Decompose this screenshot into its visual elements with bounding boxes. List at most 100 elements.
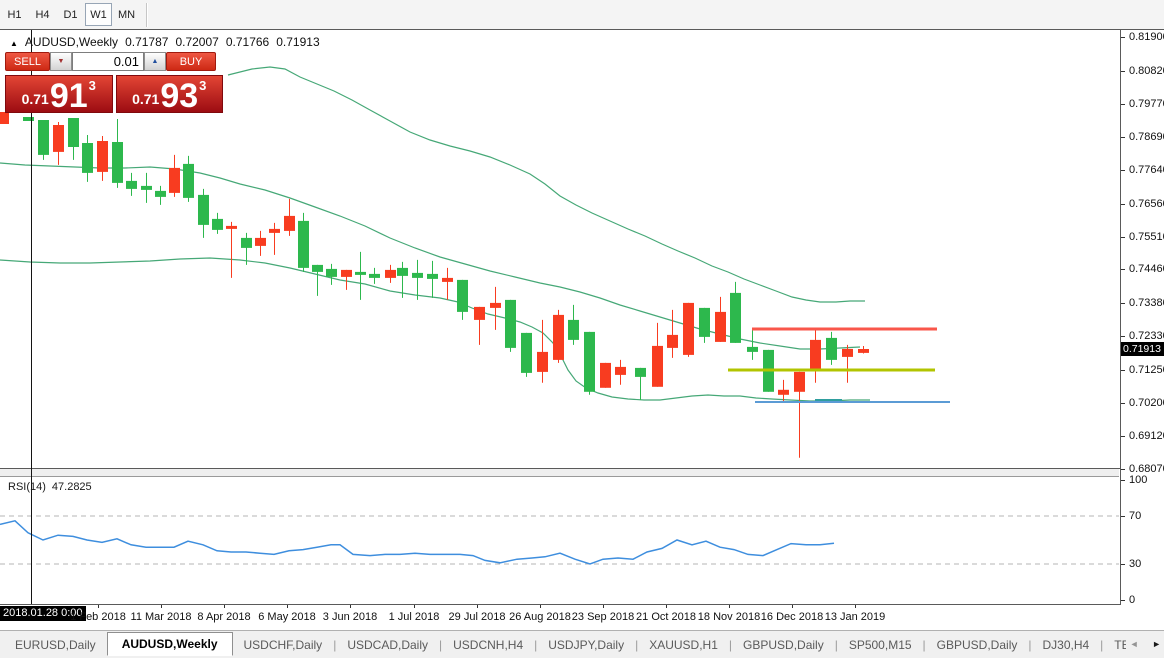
rsi-axis-label: 70 bbox=[1129, 510, 1141, 522]
tab-dj30-h4[interactable]: DJ30,H4 bbox=[1031, 634, 1100, 656]
timeframe-button-d1[interactable]: D1 bbox=[57, 3, 84, 26]
pane-splitter[interactable] bbox=[0, 469, 1119, 477]
rsi-label: RSI(14) 47.2825 bbox=[8, 481, 92, 493]
timeframe-button-w1[interactable]: W1 bbox=[85, 3, 112, 26]
crosshair-vertical-line bbox=[31, 30, 32, 604]
timeframe-button-h1[interactable]: H1 bbox=[1, 3, 28, 26]
candle-body bbox=[683, 303, 694, 355]
time-axis-tick bbox=[729, 605, 730, 608]
chart-tab-bar: EURUSD,DailyAUDUSD,WeeklyUSDCHF,Daily|US… bbox=[0, 630, 1164, 658]
candle-body bbox=[652, 346, 663, 387]
price-axis-tick bbox=[1121, 104, 1125, 105]
tab-gbpusd-daily[interactable]: GBPUSD,Daily bbox=[926, 634, 1029, 656]
candle-body bbox=[505, 300, 516, 348]
time-axis-label: 1 Jul 2018 bbox=[389, 611, 440, 623]
candle-body bbox=[568, 320, 579, 340]
time-axis-label: 16 Dec 2018 bbox=[761, 611, 823, 623]
candle-body bbox=[385, 270, 396, 278]
time-axis-tick bbox=[287, 605, 288, 608]
scroll-tabs-right-icon[interactable]: ► bbox=[1152, 639, 1161, 649]
volume-decrease-button[interactable]: ▼ bbox=[50, 52, 72, 71]
tab-gbpusd-daily[interactable]: GBPUSD,Daily bbox=[732, 634, 835, 656]
rsi-axis-tick bbox=[1121, 516, 1125, 517]
candle-body bbox=[241, 238, 252, 248]
buy-price-pip-digit: 3 bbox=[199, 78, 206, 93]
time-axis-label: 11 Mar 2018 bbox=[131, 611, 192, 623]
time-axis-label: 3 Jun 2018 bbox=[323, 611, 377, 623]
candle-body bbox=[537, 352, 548, 372]
mt4-chart-window: H1H4D1W1MN ▲ AUDUSD,Weekly 0.71787 0.72007 0… bbox=[0, 0, 1164, 658]
candle-body bbox=[155, 191, 166, 197]
buy-price-display[interactable]: 0.71 93 3 bbox=[116, 75, 224, 113]
price-axis-label: 0.74460 bbox=[1129, 263, 1164, 275]
tab-usdcnh-h4[interactable]: USDCNH,H4 bbox=[442, 634, 534, 656]
sell-price-display[interactable]: 0.71 91 3 bbox=[5, 75, 113, 113]
candle-body bbox=[635, 368, 646, 377]
time-axis-label: 13 Jan 2019 bbox=[825, 611, 886, 623]
ohlc-open: 0.71787 bbox=[125, 35, 168, 49]
collapse-triangle-icon[interactable]: ▲ bbox=[10, 39, 18, 48]
volume-increase-button[interactable]: ▲ bbox=[144, 52, 166, 71]
buy-button[interactable]: BUY bbox=[166, 52, 216, 71]
bollinger-bands-layer bbox=[0, 67, 870, 401]
price-axis-label: 0.79770 bbox=[1129, 98, 1164, 110]
tab-usdjpy-daily[interactable]: USDJPY,Daily bbox=[537, 634, 635, 656]
candle-body bbox=[255, 238, 266, 246]
sell-button[interactable]: SELL bbox=[5, 52, 50, 71]
tab-usdcad-daily[interactable]: USDCAD,Daily bbox=[336, 634, 439, 656]
buy-price-prefix: 0.71 bbox=[132, 92, 159, 106]
candle-body bbox=[858, 349, 869, 353]
tab-eurusd-daily[interactable]: EURUSD,Daily bbox=[4, 634, 107, 656]
timeframe-toolbar: H1H4D1W1MN bbox=[0, 0, 1164, 29]
price-axis-label: 0.78690 bbox=[1129, 131, 1164, 143]
price-axis-tick bbox=[1121, 137, 1125, 138]
price-axis-tick bbox=[1121, 469, 1125, 470]
candle-body bbox=[699, 308, 710, 337]
buy-price-big-digits: 93 bbox=[160, 82, 198, 111]
time-axis-tick bbox=[666, 605, 667, 608]
time-axis-label: 8 Apr 2018 bbox=[197, 611, 250, 623]
timeframe-button-h4[interactable]: H4 bbox=[29, 3, 56, 26]
rsi-chart-canvas[interactable] bbox=[0, 477, 1119, 604]
tab-sp500-m15[interactable]: SP500,M15 bbox=[838, 634, 923, 656]
price-axis-label: 0.80820 bbox=[1129, 65, 1164, 77]
rsi-indicator-pane[interactable]: RSI(14) 47.2825 bbox=[0, 477, 1120, 604]
candle-body bbox=[810, 340, 821, 370]
rsi-current-value: 47.2825 bbox=[52, 481, 92, 493]
price-axis-label: 0.72330 bbox=[1129, 330, 1164, 342]
candle-body bbox=[212, 219, 223, 230]
tab-usdchf-daily[interactable]: USDCHF,Daily bbox=[233, 634, 334, 656]
candle-body bbox=[312, 265, 323, 272]
candle-body bbox=[141, 186, 152, 190]
candle-body bbox=[794, 372, 805, 392]
price-axis-tick bbox=[1121, 370, 1125, 371]
time-axis-label: 23 Sep 2018 bbox=[572, 611, 634, 623]
time-axis[interactable]: 2018.01.28 0:00 1 Feb 201811 Mar 20188 A… bbox=[0, 605, 1164, 630]
timeframe-button-mn[interactable]: MN bbox=[113, 3, 140, 26]
candle-body bbox=[778, 390, 789, 395]
one-click-trading-widget: SELL ▼ ▲ BUY 0.71 91 3 0.71 93 3 bbox=[5, 52, 223, 113]
time-axis-label: 6 May 2018 bbox=[258, 611, 315, 623]
candle-body bbox=[369, 274, 380, 278]
price-axis-tick bbox=[1121, 336, 1125, 337]
volume-input[interactable] bbox=[72, 52, 144, 71]
tab-xauusd-h1[interactable]: XAUUSD,H1 bbox=[638, 634, 729, 656]
candle-body bbox=[341, 270, 352, 277]
price-axis-label: 0.81900 bbox=[1129, 31, 1164, 43]
rsi-axis-tick bbox=[1121, 600, 1125, 601]
candle-body bbox=[183, 164, 194, 198]
scroll-tabs-left-icon[interactable]: ◄ bbox=[1130, 639, 1139, 649]
price-axis-label: 0.69120 bbox=[1129, 430, 1164, 442]
price-axis[interactable]: 0.71913 0.819000.808200.797700.786900.77… bbox=[1120, 29, 1164, 605]
price-axis-tick bbox=[1121, 71, 1125, 72]
tab-audusd-weekly[interactable]: AUDUSD,Weekly bbox=[107, 632, 233, 656]
rsi-axis-label: 0 bbox=[1129, 594, 1135, 606]
tab-tech10[interactable]: TECH10 bbox=[1103, 634, 1126, 656]
time-axis-tick bbox=[855, 605, 856, 608]
rsi-axis-tick bbox=[1121, 480, 1125, 481]
candle-body bbox=[198, 195, 209, 225]
time-axis-tick bbox=[540, 605, 541, 608]
rsi-indicator-name: RSI(14) bbox=[8, 481, 46, 493]
ohlc-high: 0.72007 bbox=[175, 35, 218, 49]
price-axis-label: 0.77640 bbox=[1129, 164, 1164, 176]
